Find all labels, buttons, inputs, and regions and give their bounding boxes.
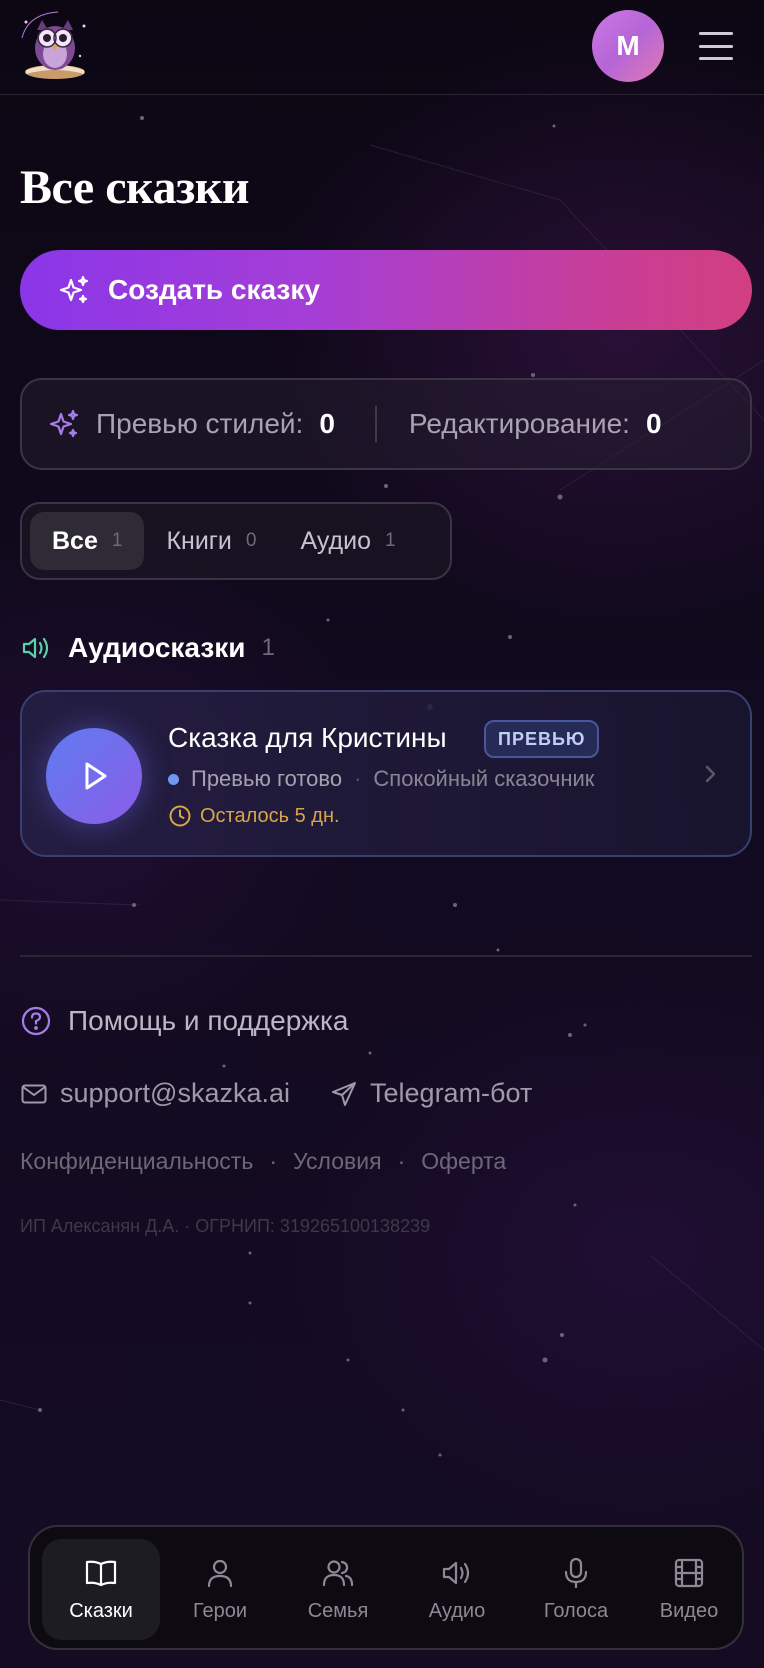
tab-label: Все	[52, 526, 98, 555]
editing-value: 0	[645, 408, 662, 439]
link-separator: ·	[397, 1148, 406, 1174]
sparkles-icon	[59, 275, 89, 304]
style-previews-value: 0	[319, 408, 335, 439]
clock-icon	[169, 805, 191, 827]
help-label: Помощь и поддержка	[68, 1005, 349, 1036]
section-title: Аудиосказки	[68, 632, 246, 663]
question-circle-icon	[21, 1006, 51, 1036]
style-previews-label: Превью стилей:	[96, 408, 304, 439]
audio-story-card[interactable]: Сказка для Кристины ПРЕВЬЮ Превью готово…	[20, 690, 752, 857]
usage-stats-card: Превью стилей: 0 Редактирование: 0	[20, 378, 752, 470]
users-icon	[322, 1560, 354, 1587]
section-count: 1	[261, 634, 275, 661]
story-time-left: Осталось 5 дн.	[168, 804, 340, 828]
help-support-link[interactable]: Помощь и поддержка	[20, 1005, 348, 1037]
bottom-navigation: Сказки Герои Семья Аудио Голоса Видео	[28, 1525, 744, 1650]
microphone-icon	[564, 1557, 588, 1589]
user-avatar[interactable]: M	[592, 10, 664, 82]
story-meta: Превью готово · Спокойный сказочник	[168, 766, 594, 792]
nav-item-video[interactable]: Видео	[630, 1539, 748, 1640]
speaker-icon	[442, 1561, 470, 1585]
story-status: Превью готово	[191, 766, 343, 791]
nav-label: Семья	[307, 1600, 369, 1622]
chevron-right-icon[interactable]	[700, 762, 720, 786]
footer-divider	[20, 955, 752, 957]
preview-badge: ПРЕВЬЮ	[484, 720, 600, 758]
nav-item-stories[interactable]: Сказки	[42, 1539, 160, 1640]
nav-label: Аудио	[428, 1600, 486, 1622]
user-icon	[207, 1559, 233, 1588]
tab-books[interactable]: Книги 0	[144, 512, 278, 570]
app-header: M	[0, 0, 764, 95]
avatar-initial: M	[616, 30, 640, 61]
sparkles-icon	[49, 409, 79, 438]
meta-separator: ·	[354, 766, 362, 791]
nav-label: Голоса	[543, 1600, 609, 1622]
nav-item-voices[interactable]: Голоса	[517, 1539, 635, 1640]
audio-section-header: Аудиосказки 1	[20, 628, 275, 668]
offer-link[interactable]: Оферта	[421, 1148, 506, 1175]
nav-label: Видео	[659, 1600, 719, 1622]
legal-entity: ИП Алексанян Д.А. · ОГРНИП: 319265100138…	[20, 1216, 431, 1236]
contacts-row: support@skazka.ai Telegram-бот	[20, 1078, 532, 1109]
play-button[interactable]	[46, 728, 142, 824]
owl-logo-icon[interactable]	[18, 8, 92, 82]
tab-count: 0	[245, 530, 257, 551]
nav-item-audio[interactable]: Аудио	[398, 1539, 516, 1640]
privacy-link[interactable]: Конфиденциальность	[20, 1148, 253, 1175]
send-icon	[332, 1081, 357, 1106]
nav-item-family[interactable]: Семья	[279, 1539, 397, 1640]
mail-icon	[21, 1084, 47, 1103]
terms-link[interactable]: Условия	[293, 1148, 382, 1175]
time-left-label: Осталось 5 дн.	[200, 804, 340, 827]
tab-label: Аудио	[300, 526, 371, 555]
tab-count: 1	[384, 530, 396, 551]
legal-links: Конфиденциальность · Условия · Оферта	[20, 1148, 506, 1175]
email-text: support@skazka.ai	[60, 1078, 291, 1108]
play-icon	[85, 762, 107, 790]
story-voice: Спокойный сказочник	[373, 766, 595, 791]
tab-all[interactable]: Все 1	[30, 512, 145, 570]
telegram-text: Telegram-бот	[370, 1078, 533, 1108]
tab-audio[interactable]: Аудио 1	[278, 512, 417, 570]
book-icon	[85, 1560, 117, 1587]
create-story-button[interactable]: Создать сказку	[20, 250, 752, 330]
hamburger-menu-icon[interactable]	[695, 30, 737, 62]
film-icon	[674, 1558, 704, 1588]
link-separator: ·	[269, 1148, 277, 1174]
create-story-label: Создать сказку	[108, 274, 320, 305]
story-title: Сказка для Кристины	[168, 722, 447, 753]
telegram-link[interactable]: Telegram-бот	[330, 1078, 532, 1109]
speaker-icon	[22, 637, 49, 659]
tab-label: Книги	[166, 526, 232, 555]
status-dot	[168, 773, 179, 785]
stats-divider	[374, 406, 377, 442]
nav-label: Сказки	[69, 1600, 133, 1622]
tab-count: 1	[111, 530, 123, 551]
filter-tabs: Все 1 Книги 0 Аудио 1	[20, 502, 452, 580]
nav-item-heroes[interactable]: Герои	[161, 1539, 279, 1640]
editing-label: Редактирование:	[408, 408, 630, 439]
email-link[interactable]: support@skazka.ai	[20, 1078, 290, 1109]
page-title: Все сказки	[20, 161, 250, 214]
nav-label: Герои	[192, 1600, 248, 1622]
